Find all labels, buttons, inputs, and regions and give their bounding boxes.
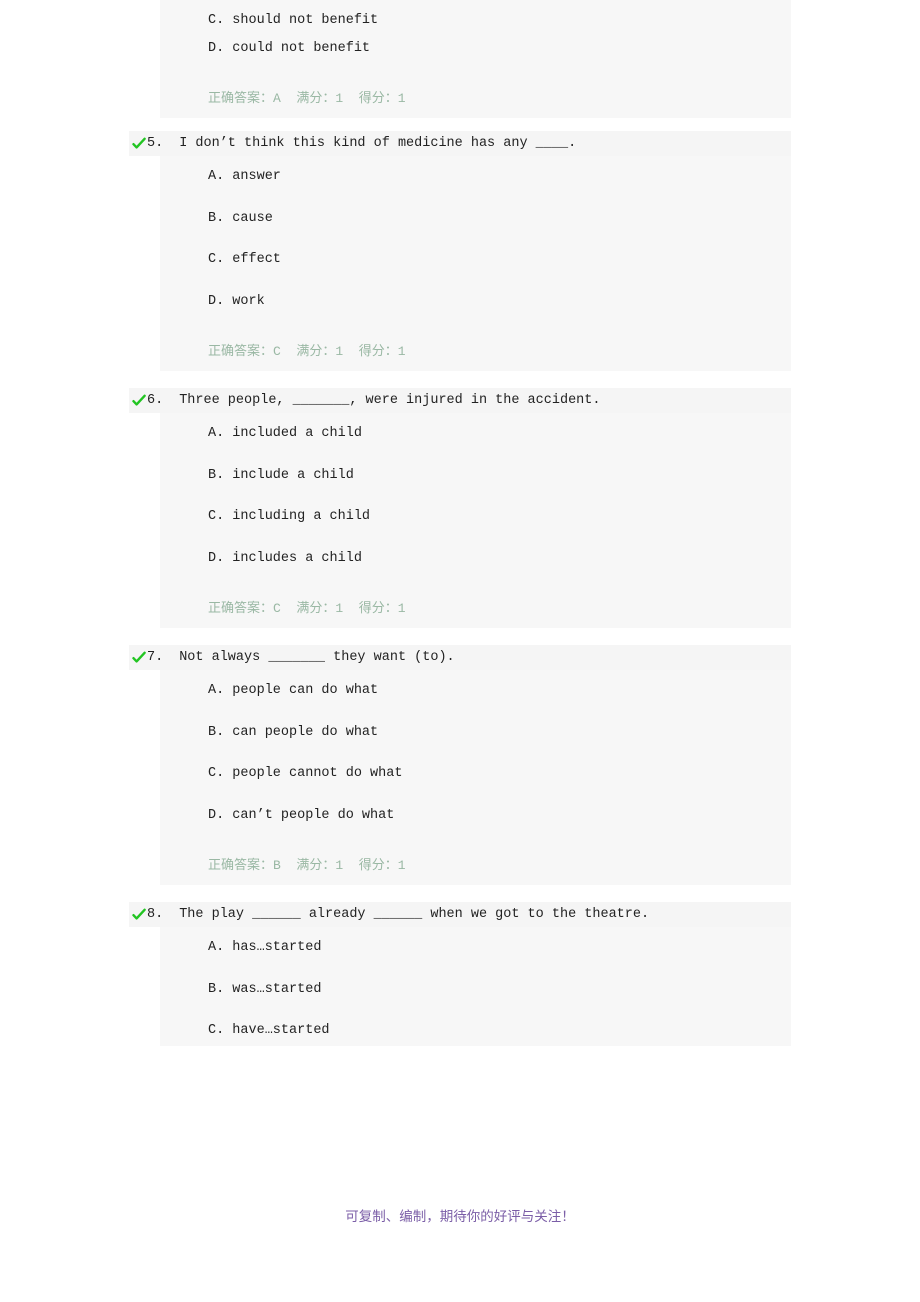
check-mark-icon [131, 137, 147, 151]
option-item[interactable]: B. include a child [160, 468, 791, 511]
option-item[interactable]: B. cause [160, 211, 791, 254]
option-item[interactable]: C. people cannot do what [160, 767, 791, 809]
question-header[interactable]: 7. Not always _______ they want (to). [129, 644, 791, 670]
question-options-body: A. people can do what B. can people do w… [160, 670, 791, 885]
option-item[interactable]: C. effect [160, 253, 791, 295]
option-item[interactable]: B. can people do what [160, 725, 791, 768]
question-block: 5. I don’t think this kind of medicine h… [129, 130, 791, 371]
question-options-body: C. should not benefit D. could not benef… [160, 0, 791, 118]
question-block: 6. Three people, _______, were injured i… [129, 387, 791, 628]
answer-summary: 正确答案：A 满分：1 得分：1 [208, 91, 406, 106]
option-item[interactable]: D. can’t people do what [160, 808, 791, 851]
check-mark-icon [131, 908, 147, 922]
question-number: 7. [147, 650, 164, 665]
option-item[interactable]: C. have…started [160, 1024, 791, 1046]
question-block: C. should not benefit D. could not benef… [129, 0, 791, 118]
option-item[interactable]: B. was…started [160, 982, 791, 1025]
block-gap [129, 118, 791, 130]
option-item[interactable]: A. included a child [160, 427, 791, 469]
question-header[interactable]: 8. The play ______ already ______ when w… [129, 901, 791, 927]
question-options-body: A. included a child B. include a child C… [160, 413, 791, 628]
document-page: C. should not benefit D. could not benef… [0, 0, 920, 1302]
question-number: 8. [147, 907, 164, 922]
block-gap [129, 885, 791, 901]
option-item[interactable]: A. answer [160, 170, 791, 212]
answer-summary: 正确答案：B 满分：1 得分：1 [208, 858, 406, 873]
question-stem: I don’t think this kind of medicine has … [179, 136, 577, 151]
question-options-body: A. has…started B. was…started C. have…st… [160, 927, 791, 1046]
option-item[interactable]: A. has…started [160, 941, 791, 983]
question-number: 5. [147, 136, 164, 151]
quiz-question-list: C. should not benefit D. could not benef… [129, 0, 791, 1046]
option-item[interactable]: C. including a child [160, 510, 791, 552]
answer-summary: 正确答案：C 满分：1 得分：1 [208, 601, 406, 616]
option-item[interactable]: D. includes a child [160, 551, 791, 594]
footer-note: 可复制、编制，期待你的好评与关注！ [345, 1209, 575, 1225]
question-number: 6. [147, 393, 164, 408]
question-header[interactable]: 5. I don’t think this kind of medicine h… [129, 130, 791, 156]
question-stem: Three people, _______, were injured in t… [179, 393, 601, 408]
option-item[interactable]: D. work [160, 294, 791, 337]
block-gap [129, 371, 791, 387]
question-header[interactable]: 6. Three people, _______, were injured i… [129, 387, 791, 413]
check-mark-icon [131, 651, 147, 665]
check-mark-icon [131, 394, 147, 408]
question-block: 7. Not always _______ they want (to). A.… [129, 644, 791, 885]
question-stem: The play ______ already ______ when we g… [179, 907, 650, 922]
option-item[interactable]: A. people can do what [160, 684, 791, 726]
option-item[interactable]: D. could not benefit [160, 41, 791, 84]
answer-summary: 正确答案：C 满分：1 得分：1 [208, 344, 406, 359]
option-item[interactable]: C. should not benefit [160, 0, 791, 42]
question-block: 8. The play ______ already ______ when w… [129, 901, 791, 1046]
question-stem: Not always _______ they want (to). [179, 650, 455, 665]
question-options-body: A. answer B. cause C. effect D. work 正确答… [160, 156, 791, 371]
block-gap [129, 628, 791, 644]
